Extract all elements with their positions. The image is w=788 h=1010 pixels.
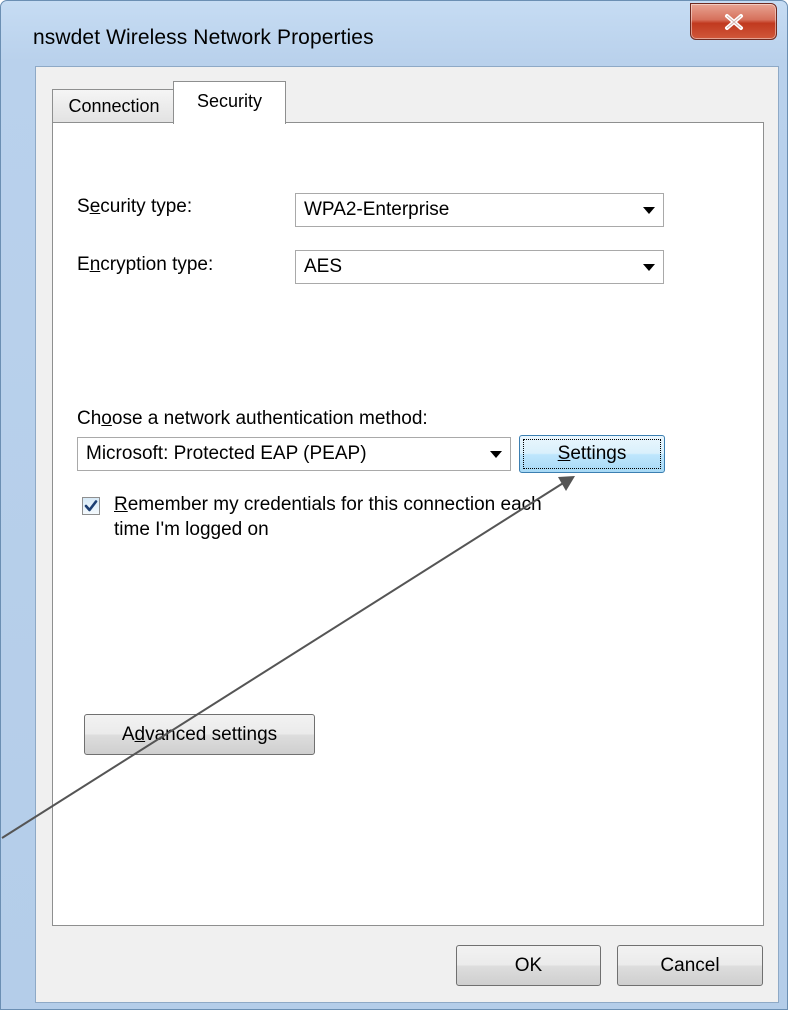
remember-credentials-label[interactable]: Remember my credentials for this connect… — [114, 494, 542, 516]
window-title: nswdet Wireless Network Properties — [33, 26, 374, 49]
tab-connection[interactable]: Connection — [52, 89, 176, 123]
cancel-button-label: Cancel — [660, 954, 720, 976]
close-icon — [724, 13, 743, 30]
auth-method-value: Microsoft: Protected EAP (PEAP) — [86, 443, 367, 464]
encryption-type-label: Encryption type: — [77, 254, 214, 275]
remember-credentials-label-line2[interactable]: time I'm logged on — [114, 519, 269, 541]
focus-rectangle — [523, 439, 661, 469]
ok-button[interactable]: OK — [456, 945, 601, 986]
encryption-type-dropdown[interactable]: AES — [295, 250, 664, 284]
remember-credentials-checkbox[interactable] — [82, 497, 100, 515]
tab-security-label: Security — [196, 91, 263, 111]
auth-method-dropdown[interactable]: Microsoft: Protected EAP (PEAP) — [77, 437, 511, 471]
cancel-button[interactable]: Cancel — [617, 945, 763, 986]
chevron-down-icon — [643, 207, 655, 214]
security-type-value: WPA2-Enterprise — [304, 199, 450, 220]
settings-button[interactable]: Settings — [519, 435, 665, 473]
encryption-type-value: AES — [304, 256, 343, 277]
advanced-settings-button[interactable]: Advanced settings — [84, 714, 315, 755]
security-type-label: Security type: — [77, 196, 193, 217]
tab-connection-label: Connection — [68, 96, 160, 116]
auth-method-label: Choose a network authentication method: — [77, 408, 428, 429]
close-button[interactable] — [690, 3, 777, 40]
advanced-settings-label: Advanced settings — [121, 723, 278, 745]
chevron-down-icon — [490, 451, 502, 458]
security-type-dropdown[interactable]: WPA2-Enterprise — [295, 193, 664, 227]
checkmark-icon — [84, 500, 98, 512]
chevron-down-icon — [643, 264, 655, 271]
ok-button-label: OK — [514, 954, 543, 976]
tab-security[interactable]: Security — [173, 81, 286, 124]
